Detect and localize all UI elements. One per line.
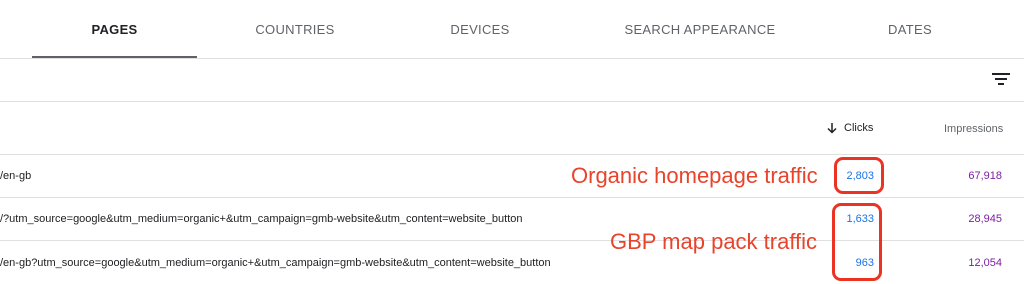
arrow-down-icon xyxy=(827,123,837,134)
clicks-column-header[interactable]: Clicks xyxy=(826,122,873,134)
impressions-column-header[interactable]: Impressions xyxy=(944,123,1003,135)
filter-icon xyxy=(992,73,1010,85)
organic-traffic-annotation: Organic homepage traffic xyxy=(571,163,818,188)
report-tabs: PAGES COUNTRIES DEVICES SEARCH APPEARANC… xyxy=(0,0,1024,58)
gbp-traffic-annotation: GBP map pack traffic xyxy=(610,229,818,254)
filter-button[interactable] xyxy=(988,67,1014,91)
highlight-box xyxy=(832,203,882,281)
divider xyxy=(0,197,1024,198)
row-impressions: 12,054 xyxy=(968,257,1002,269)
clicks-header-label: Clicks xyxy=(844,122,874,134)
tab-dates[interactable]: DATES xyxy=(825,0,995,58)
row-page-url[interactable]: /en-gb xyxy=(0,170,31,182)
row-impressions: 28,945 xyxy=(968,213,1002,225)
tab-countries[interactable]: COUNTRIES xyxy=(210,0,380,58)
divider xyxy=(0,154,1024,155)
tab-pages[interactable]: PAGES xyxy=(32,0,197,58)
divider xyxy=(0,101,1024,102)
highlight-box xyxy=(834,157,884,194)
tab-devices[interactable]: DEVICES xyxy=(395,0,565,58)
tab-search-appearance[interactable]: SEARCH APPEARANCE xyxy=(605,0,795,58)
row-impressions: 67,918 xyxy=(968,170,1002,182)
row-page-url[interactable]: /en-gb?utm_source=google&utm_medium=orga… xyxy=(0,257,551,269)
row-page-url[interactable]: /?utm_source=google&utm_medium=organic+&… xyxy=(0,213,523,225)
divider xyxy=(0,58,1024,59)
